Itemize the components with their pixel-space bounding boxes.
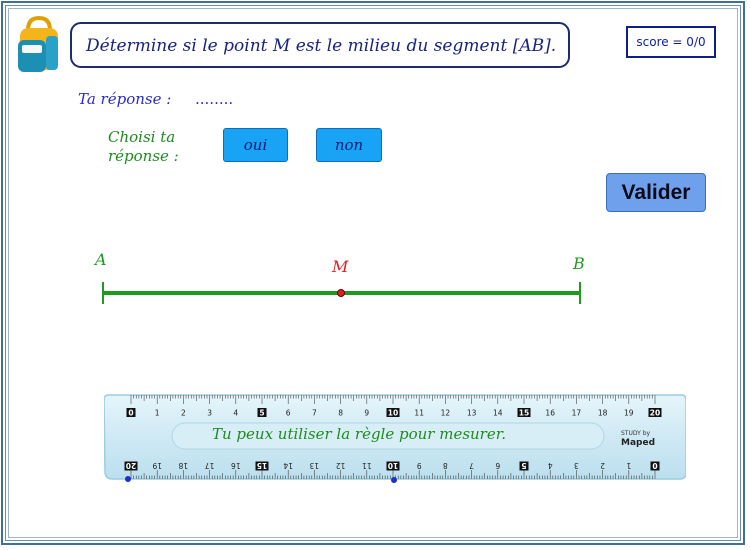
ruler-handles (125, 476, 397, 483)
ruler-handle-right[interactable] (391, 477, 397, 483)
ruler-handle-left[interactable] (125, 476, 131, 482)
